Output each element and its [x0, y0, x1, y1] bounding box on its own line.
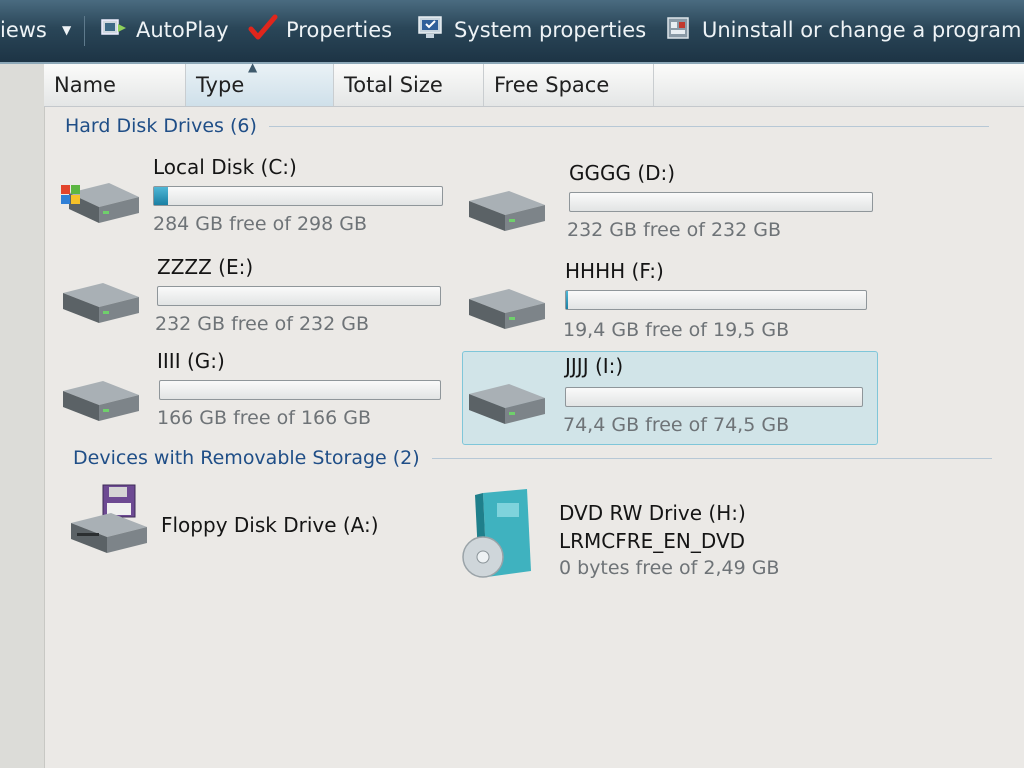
drive-list-view: Hard Disk Drives (6) Local Disk (C:) 284…: [45, 107, 1024, 768]
drive-name: GGGG (D:): [569, 161, 676, 185]
device-name: DVD RW Drive (H:): [559, 501, 746, 525]
uninstall-program-icon: [664, 14, 694, 47]
autoplay-button[interactable]: AutoPlay: [100, 14, 229, 46]
drive-item-c[interactable]: Local Disk (C:) 284 GB free of 298 GB: [59, 155, 449, 245]
views-button[interactable]: iews: [0, 14, 47, 46]
column-header-name-label: Name: [54, 73, 116, 97]
system-properties-button[interactable]: System properties: [416, 14, 646, 46]
hard-disk-icon: [465, 181, 549, 241]
drive-usage-fill: [566, 291, 568, 309]
device-item-floppy[interactable]: Floppy Disk Drive (A:): [67, 483, 407, 563]
hard-disk-icon: [465, 279, 549, 339]
drive-item-f[interactable]: HHHH (F:) 19,4 GB free of 19,5 GB: [465, 259, 885, 349]
system-properties-label: System properties: [454, 18, 647, 42]
device-free-space: 0 bytes free of 2,49 GB: [559, 557, 780, 579]
drive-name: HHHH (F:): [565, 259, 664, 283]
drive-usage-bar: [157, 286, 441, 306]
drive-name: IIII (G:): [157, 349, 225, 373]
drive-free-space: 166 GB free of 166 GB: [157, 407, 372, 429]
drive-name: ZZZZ (E:): [157, 255, 254, 279]
group-header-removable-storage[interactable]: Devices with Removable Storage (2): [73, 447, 992, 469]
drive-name: Local Disk (C:): [153, 155, 297, 179]
dvd-drive-icon: [461, 487, 537, 585]
chevron-down-icon: ▼: [62, 23, 72, 37]
drive-item-e[interactable]: ZZZZ (E:) 232 GB free of 232 GB: [59, 255, 459, 345]
device-item-dvd[interactable]: DVD RW Drive (H:) LRMCFRE_EN_DVD 0 bytes…: [461, 485, 861, 585]
navigation-pane-edge: [0, 64, 45, 768]
views-label: iews: [0, 18, 47, 42]
properties-button[interactable]: Properties: [248, 14, 392, 46]
column-header-type-label: Type: [196, 73, 245, 97]
uninstall-program-label: Uninstall or change a program: [702, 18, 1022, 42]
group-divider: [431, 457, 992, 459]
column-header-total-size-label: Total Size: [344, 73, 443, 97]
drive-free-space: 19,4 GB free of 19,5 GB: [563, 319, 790, 341]
hard-disk-icon: [465, 374, 549, 434]
drive-usage-bar: [153, 186, 443, 206]
column-header-free-space[interactable]: Free Space: [484, 64, 654, 106]
column-header-name[interactable]: Name: [44, 64, 186, 106]
column-header-bar: Name ▲ Type Total Size Free Space: [44, 60, 1024, 107]
drive-usage-bar: [569, 192, 873, 212]
group-divider: [268, 125, 989, 127]
uninstall-program-button[interactable]: Uninstall or change a program: [664, 14, 1022, 46]
command-bar: iews ▼ AutoPlay Properties System proper…: [0, 0, 1024, 64]
drive-usage-bar: [565, 290, 867, 310]
drive-name: JJJJ (I:): [565, 354, 624, 378]
drive-item-g[interactable]: IIII (G:) 166 GB free of 166 GB: [59, 349, 459, 439]
views-dropdown-button[interactable]: ▼: [62, 14, 71, 46]
group-header-hard-disk-drives[interactable]: Hard Disk Drives (6): [65, 115, 989, 137]
properties-checkmark-icon: [248, 14, 278, 47]
drive-usage-bar: [159, 380, 441, 400]
group-header-removable-storage-label: Devices with Removable Storage (2): [73, 447, 420, 469]
device-name: Floppy Disk Drive (A:): [161, 513, 379, 537]
drive-item-i[interactable]: JJJJ (I:) 74,4 GB free of 74,5 GB: [462, 351, 878, 445]
drive-item-d[interactable]: GGGG (D:) 232 GB free of 232 GB: [465, 161, 885, 251]
drive-free-space: 74,4 GB free of 74,5 GB: [563, 414, 790, 436]
windows-hard-disk-icon: [59, 173, 143, 233]
hard-disk-icon: [59, 273, 143, 333]
properties-label: Properties: [286, 18, 393, 42]
hard-disk-icon: [59, 371, 143, 431]
drive-usage-fill: [154, 187, 168, 205]
sort-ascending-icon: ▲: [248, 60, 258, 74]
toolbar-separator: [84, 16, 85, 46]
system-properties-icon: [416, 14, 446, 47]
column-header-total-size[interactable]: Total Size: [334, 64, 484, 106]
group-header-hard-disk-drives-label: Hard Disk Drives (6): [65, 115, 257, 137]
drive-free-space: 284 GB free of 298 GB: [153, 213, 368, 235]
device-volume-label: LRMCFRE_EN_DVD: [559, 529, 746, 553]
drive-free-space: 232 GB free of 232 GB: [567, 219, 782, 241]
column-header-type[interactable]: ▲ Type: [186, 60, 334, 106]
column-header-free-space-label: Free Space: [494, 73, 610, 97]
autoplay-icon: [100, 15, 128, 46]
drive-free-space: 232 GB free of 232 GB: [155, 313, 370, 335]
drive-usage-bar: [565, 387, 863, 407]
floppy-drive-icon: [67, 483, 153, 561]
autoplay-label: AutoPlay: [136, 18, 229, 42]
